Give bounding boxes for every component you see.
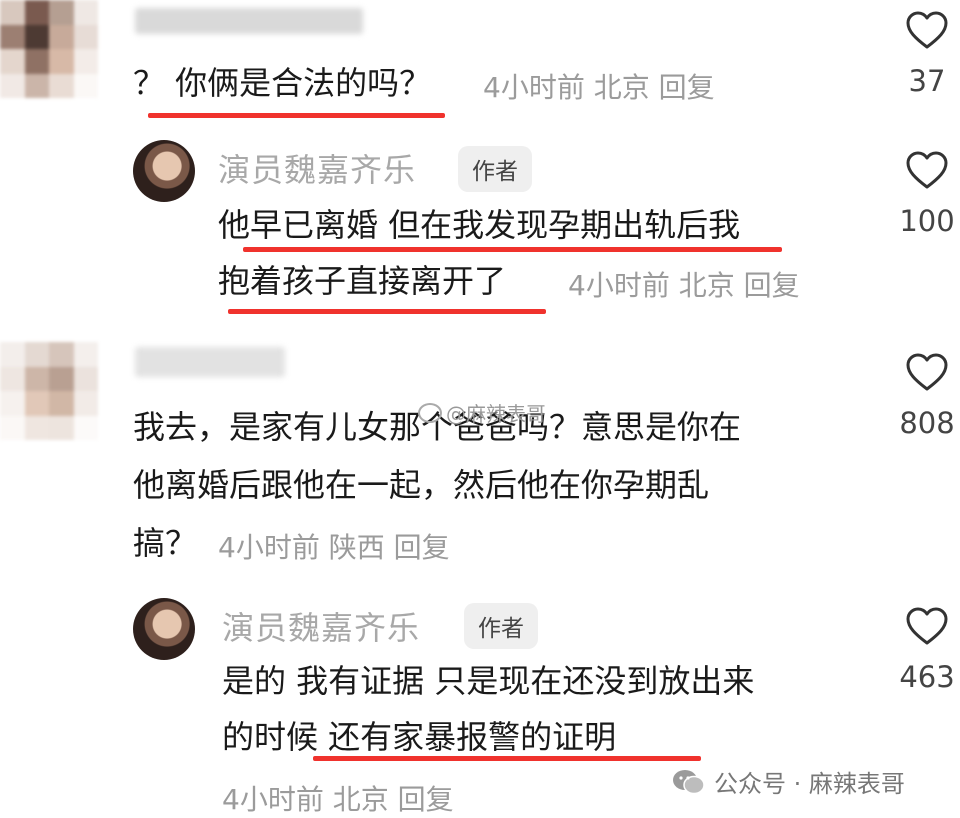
heart-outline-icon[interactable]: [905, 352, 949, 392]
comment-text: 是的 我有证据 只是现在还没到放出来: [222, 662, 755, 700]
username-blurred[interactable]: [135, 347, 285, 377]
like-count: 808: [899, 406, 955, 440]
reply-button[interactable]: 回复: [744, 269, 800, 302]
reply-button[interactable]: 回复: [659, 71, 715, 104]
like-count: 37: [908, 64, 946, 98]
comment-time: 4小时前: [222, 783, 324, 816]
author-badge: 作者: [464, 603, 538, 649]
avatar[interactable]: [0, 342, 98, 440]
highlight-underline: [313, 756, 701, 761]
weibo-icon: [418, 402, 442, 423]
comment-time: 4小时前: [218, 531, 320, 564]
center-watermark: @麻辣表哥: [418, 398, 546, 427]
comment-text: ？ 你俩是合法的吗？: [133, 64, 432, 102]
author-name[interactable]: 演员魏嘉齐乐: [222, 603, 420, 649]
highlight-underline: [228, 309, 546, 314]
comment-time: 4小时前: [483, 71, 585, 104]
comment-location: 北京: [593, 71, 650, 104]
reply-button[interactable]: 回复: [398, 783, 454, 816]
comment-location: 陕西: [328, 531, 385, 564]
heart-outline-icon[interactable]: [905, 10, 949, 50]
comment-text: 搞？: [133, 524, 198, 562]
like-count: 100: [899, 204, 955, 238]
wechat-icon: [673, 769, 705, 794]
author-badge: 作者: [458, 146, 532, 192]
comment-text: 的时候 还有家暴报警的证明: [222, 718, 617, 756]
comment-meta: 4小时前 北京 回复: [222, 778, 454, 818]
footer-watermark-text: 公众号 · 麻辣表哥: [714, 770, 905, 798]
highlight-underline: [243, 247, 782, 252]
author-avatar[interactable]: [133, 140, 195, 202]
comment-meta: 4小时前 陕西 回复: [218, 526, 450, 566]
watermark-text: @麻辣表哥: [446, 402, 546, 426]
footer-watermark: 公众号 · 麻辣表哥: [672, 764, 905, 799]
avatar[interactable]: [0, 0, 98, 98]
username-blurred[interactable]: [135, 8, 363, 34]
heart-outline-icon[interactable]: [905, 606, 949, 646]
comment-location: 北京: [678, 269, 735, 302]
comment-time: 4小时前: [568, 269, 670, 302]
comment-text: 他早已离婚 但在我发现孕期出轨后我: [218, 206, 741, 244]
comment-text: 抱着孩子直接离开了: [218, 262, 507, 300]
like-count: 463: [899, 660, 955, 694]
comment-meta: 4小时前 北京 回复: [483, 66, 715, 106]
highlight-underline: [148, 113, 445, 118]
author-avatar[interactable]: [133, 598, 195, 660]
comment-text: 他离婚后跟他在一起，然后他在你孕期乱: [133, 466, 710, 504]
heart-outline-icon[interactable]: [905, 150, 949, 190]
reply-button[interactable]: 回复: [394, 531, 450, 564]
author-name[interactable]: 演员魏嘉齐乐: [218, 145, 416, 191]
comment-meta: 4小时前 北京 回复: [568, 264, 800, 304]
comment-location: 北京: [332, 783, 389, 816]
